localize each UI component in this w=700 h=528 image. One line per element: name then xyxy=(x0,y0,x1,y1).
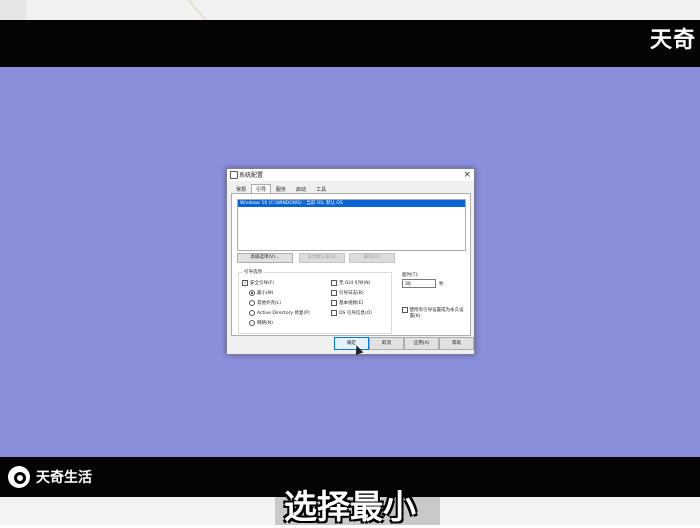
make-permanent-checkbox[interactable] xyxy=(402,307,408,313)
watermark-logo-top: 天奇 xyxy=(649,28,696,53)
timeout-unit: 秒 xyxy=(439,282,444,287)
video-subtitle: 选择最小 xyxy=(284,487,416,526)
app-icon xyxy=(230,171,238,179)
no-gui-checkbox[interactable] xyxy=(331,280,337,286)
os-list-item[interactable]: Windows 10 (C:\WINDOWS) : 当前 OS; 默认 OS xyxy=(238,200,465,207)
timeout-label: 超时(T): xyxy=(402,273,419,278)
network-option[interactable]: 网络(N) xyxy=(249,320,273,326)
ad-repair-radio[interactable] xyxy=(249,310,255,316)
os-boot-info-option[interactable]: OS 引导信息(O) xyxy=(331,310,372,316)
no-gui-option[interactable]: 无 GUI 引导(N) xyxy=(331,280,370,286)
base-video-option[interactable]: 基本视频(E) xyxy=(331,300,363,306)
boot-log-checkbox[interactable] xyxy=(331,290,337,296)
alt-shell-label: 其他外壳(L) xyxy=(257,301,282,306)
close-icon[interactable]: × xyxy=(463,169,471,181)
monitor-bezel-top xyxy=(0,20,700,67)
boot-log-option[interactable]: 引导日志(B) xyxy=(331,290,364,296)
minimal-option[interactable]: 最小(M) xyxy=(249,290,273,296)
set-default-button[interactable]: 设为默认值(D) xyxy=(299,253,345,263)
apply-button[interactable]: 应用(A) xyxy=(404,337,439,350)
no-gui-label: 无 GUI 引导(N) xyxy=(339,281,371,286)
tab-bar: 常规 引导 服务 启动 工具 xyxy=(231,184,331,194)
advanced-options-button[interactable]: 高级选项(V)... xyxy=(237,253,293,263)
boot-options-title: 引导选项 xyxy=(243,269,263,275)
cancel-button[interactable]: 取消 xyxy=(369,337,404,350)
os-boot-info-checkbox[interactable] xyxy=(331,310,337,316)
minimal-radio[interactable] xyxy=(249,290,255,296)
dialog-titlebar[interactable]: 系统配置 × xyxy=(227,169,474,181)
boot-options-group: 引导选项 ✓ 安全引导(F) 最小(M) 其他外壳(L) Active Dire… xyxy=(238,269,392,334)
base-video-checkbox[interactable] xyxy=(331,300,337,306)
delete-button[interactable]: 删除(D) xyxy=(349,253,395,263)
desk-line xyxy=(161,0,207,20)
ad-repair-label: Active Directory 修复(P) xyxy=(257,311,310,316)
base-video-label: 基本视频(E) xyxy=(339,301,364,306)
desk-edge xyxy=(0,0,26,20)
safe-boot-label: 安全引导(F) xyxy=(250,281,275,286)
os-boot-info-label: OS 引导信息(O) xyxy=(339,311,372,316)
safe-boot-checkbox[interactable]: ✓ xyxy=(242,280,248,286)
timeout-input[interactable]: 30 xyxy=(402,279,436,288)
desk-background xyxy=(0,0,700,20)
help-button[interactable]: 帮助 xyxy=(439,337,474,350)
ok-button[interactable]: 确定 xyxy=(334,337,369,350)
system-config-dialog: 系统配置 × 常规 引导 服务 启动 工具 Windows 10 (C:\WIN… xyxy=(226,168,475,355)
make-permanent-option[interactable]: 使所有引导设置成为永久设置(K) xyxy=(402,307,468,319)
network-radio[interactable] xyxy=(249,320,255,326)
boot-tab-panel: Windows 10 (C:\WINDOWS) : 当前 OS; 默认 OS 高… xyxy=(231,193,471,336)
os-list[interactable]: Windows 10 (C:\WINDOWS) : 当前 OS; 默认 OS xyxy=(237,199,466,251)
alt-shell-option[interactable]: 其他外壳(L) xyxy=(249,300,281,306)
boot-log-label: 引导日志(B) xyxy=(339,291,364,296)
make-permanent-label: 使所有引导设置成为永久设置(K) xyxy=(409,308,464,319)
safe-boot-option[interactable]: ✓ 安全引导(F) xyxy=(242,280,274,286)
alt-shell-radio[interactable] xyxy=(249,300,255,306)
ad-repair-option[interactable]: Active Directory 修复(P) xyxy=(249,310,310,316)
dialog-title: 系统配置 xyxy=(239,172,264,179)
network-label: 网络(N) xyxy=(257,321,273,326)
minimal-label: 最小(M) xyxy=(257,291,274,296)
